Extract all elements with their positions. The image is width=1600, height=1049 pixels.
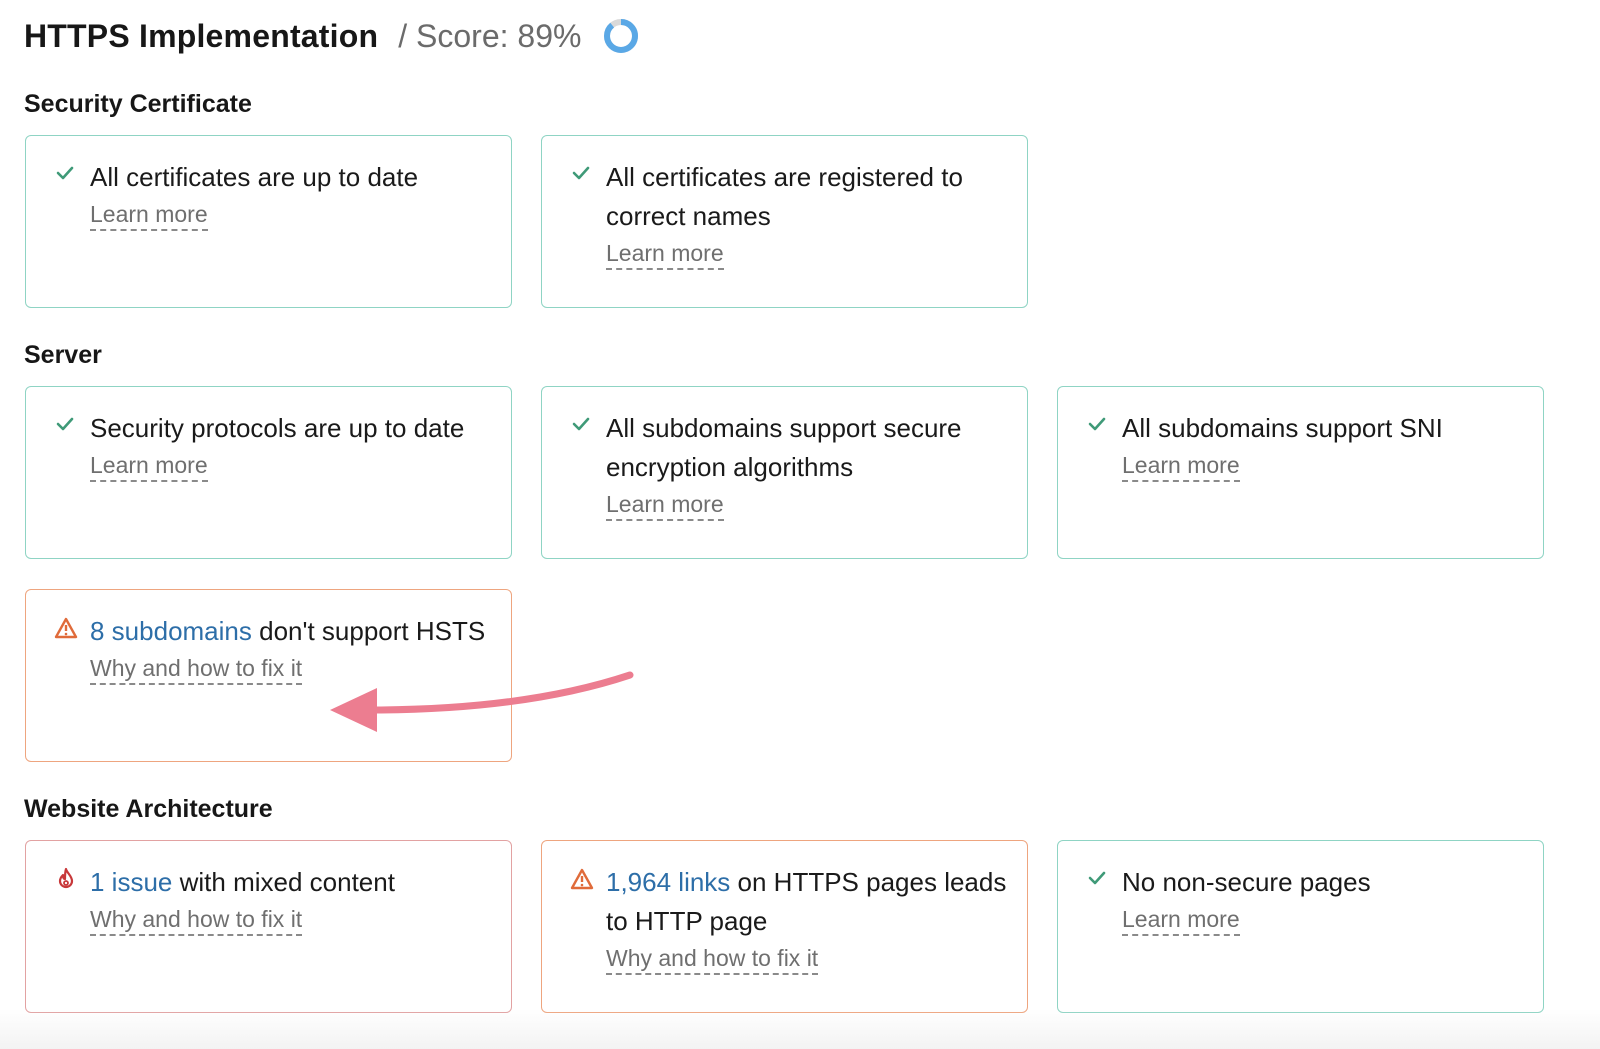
check-icon — [54, 413, 76, 435]
warning-icon — [570, 867, 594, 890]
card-description: All subdomains support secure encryption… — [606, 413, 962, 482]
card-description: with mixed content — [172, 867, 395, 897]
issue-count-link[interactable]: 1,964 links — [606, 867, 730, 897]
issue-count-link[interactable]: 8 subdomains — [90, 616, 252, 646]
issue-count-link[interactable]: 1 issue — [90, 867, 172, 897]
audit-card-ok: All certificates are registered to corre… — [541, 135, 1028, 308]
card-description: don't support HSTS — [251, 616, 486, 646]
audit-card-ok: No non-secure pages Learn more — [1057, 840, 1544, 1013]
check-icon — [1086, 413, 1108, 435]
card-text: All certificates are registered to corre… — [606, 158, 1007, 236]
audit-card-error: 1 issue with mixed content Why and how to… — [25, 840, 512, 1013]
audit-card-ok: Security protocols are up to date Learn m… — [25, 386, 512, 559]
score-donut-arc — [604, 19, 639, 53]
audit-card-ok: All subdomains support secure encryption… — [541, 386, 1028, 559]
learn-more-link[interactable]: Learn more — [1122, 904, 1240, 936]
warning-icon — [54, 616, 78, 639]
page-title: HTTPS Implementation — [24, 17, 379, 54]
learn-more-link[interactable]: Learn more — [1122, 450, 1240, 482]
card-description: All certificates are up to date — [90, 162, 419, 192]
card-text: 1,964 links on HTTPS pages leads to HTTP… — [606, 863, 1007, 941]
card-text: No non-secure pages — [1122, 863, 1523, 902]
card-description: All subdomains support SNI — [1122, 413, 1443, 443]
card-text: Security protocols are up to date — [90, 409, 491, 448]
learn-more-link[interactable]: Learn more — [606, 238, 724, 270]
card-text: All subdomains support SNI — [1122, 409, 1523, 448]
card-description: No non-secure pages — [1122, 867, 1371, 897]
section-title-website-architecture: Website Architecture — [24, 795, 273, 823]
bottom-fade — [0, 1009, 1600, 1049]
check-icon — [570, 162, 592, 184]
learn-more-link[interactable]: Learn more — [90, 199, 208, 231]
learn-more-link[interactable]: Learn more — [90, 450, 208, 482]
page-header: HTTPS Implementation / Score: 89% — [24, 14, 641, 58]
fix-it-link[interactable]: Why and how to fix it — [606, 943, 819, 975]
learn-more-link[interactable]: Learn more — [606, 489, 724, 521]
fix-it-link[interactable]: Why and how to fix it — [90, 653, 303, 685]
score-label: / Score: 89% — [398, 17, 582, 54]
card-description: Security protocols are up to date — [90, 413, 465, 443]
fix-it-link[interactable]: Why and how to fix it — [90, 904, 303, 936]
section-title-server: Server — [24, 341, 102, 369]
score-donut-icon — [604, 19, 639, 53]
card-text: All subdomains support secure encryption… — [606, 409, 1007, 487]
card-description: All certificates are registered to corre… — [606, 162, 963, 231]
section-title-security-certificate: Security Certificate — [24, 90, 252, 118]
annotation-arrow-icon — [330, 671, 634, 732]
check-icon — [1086, 867, 1108, 889]
audit-card-ok: All certificates are up to date Learn mor… — [25, 135, 512, 308]
card-text: 8 subdomains don't support HSTS — [90, 612, 491, 651]
audit-card-ok: All subdomains support SNI Learn more — [1057, 386, 1544, 559]
check-icon — [570, 413, 592, 435]
check-icon — [54, 162, 76, 184]
card-text: All certificates are up to date — [90, 158, 491, 197]
audit-card-warning: 1,964 links on HTTPS pages leads to HTTP… — [541, 840, 1028, 1013]
fire-icon — [54, 867, 76, 889]
card-text: 1 issue with mixed content — [90, 863, 491, 902]
